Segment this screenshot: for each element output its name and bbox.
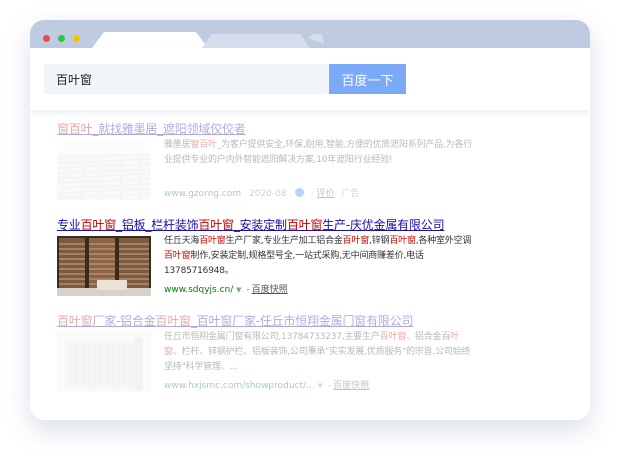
result-title-link[interactable]: 窗百叶_就找雅墨居_遮阳领域佼佼者 [57, 120, 246, 137]
chevron-down-icon[interactable]: ▼ [318, 382, 323, 390]
browser-window: 百度一下 窗百叶_就找雅墨居_遮阳领域佼佼者 [30, 20, 590, 420]
search-button[interactable]: 百度一下 [329, 64, 406, 94]
result-thumbnail[interactable] [57, 236, 151, 296]
result-title-link[interactable]: 百叶窗厂家-铝合金百叶窗_百叶窗厂家-任丘市恒翔金属门窗有限公司 [57, 312, 413, 329]
new-tab-shape [308, 34, 324, 44]
snapshot-link[interactable]: 百度快照 [252, 285, 288, 295]
result-date: 2020-08 [248, 189, 287, 199]
result-url[interactable]: www.sdqyjs.cn/ [164, 285, 233, 295]
active-tab [92, 32, 208, 48]
search-result-2: 专业百叶窗_铝板_栏杆装饰百叶窗_安装定制百叶窗生产-庆优金属有限公司 任丘天海… [57, 216, 487, 300]
browser-tabs [92, 32, 324, 48]
title-text: _就找雅墨居_遮阳领域佼佼者 [92, 122, 246, 136]
search-result-1: 窗百叶_就找雅墨居_遮阳领域佼佼者 雅墨居窗百叶_为客户提供安全,环保,耐用,智… [57, 120, 487, 202]
search-input[interactable] [44, 64, 329, 94]
result-thumbnail[interactable] [57, 140, 151, 200]
dash: - [246, 285, 250, 295]
result-meta: www.hxjsmc.com/showproduct/... ▼ - 百度快照 [164, 378, 369, 391]
result-title-link[interactable]: 专业百叶窗_铝板_栏杆装饰百叶窗_安装定制百叶窗生产-庆优金属有限公司 [57, 216, 445, 233]
search-result-3: 百叶窗厂家-铝合金百叶窗_百叶窗厂家-任丘市恒翔金属门窗有限公司 任丘市恒翔金属… [57, 312, 487, 396]
dash: - [327, 381, 332, 391]
title-bar [30, 20, 590, 48]
ad-label: 广告 [341, 189, 360, 199]
result-meta: www.gzorng.com 2020-08 - 评价 广告 [164, 186, 359, 199]
rating-link[interactable]: 评价 [316, 189, 334, 199]
result-meta: www.sdqyjs.cn/ ▼ - 百度快照 [164, 282, 288, 295]
snapshot-link[interactable]: 百度快照 [333, 381, 369, 391]
result-description: 雅墨居窗百叶_为客户提供安全,环保,耐用,智能,方便的优质遮阳系列产品,为各行业… [164, 140, 473, 165]
result-description: 任丘天海百叶窗生产厂家,专业生产加工铝合金百叶窗,锌钢百叶窗,各种室外空调百叶窗… [164, 236, 472, 276]
result-url[interactable]: www.gzorng.com [164, 189, 241, 199]
chevron-down-icon[interactable]: ▼ [236, 286, 241, 294]
search-bar: 百度一下 [30, 48, 590, 110]
result-description: 任丘市恒翔金属门窗有限公司,13784733237,主要生产百叶窗、铝合金百叶窗… [164, 332, 471, 372]
result-url[interactable]: www.hxjsmc.com/showproduct/... [164, 381, 315, 391]
verified-badge-icon [295, 188, 305, 197]
result-thumbnail[interactable] [57, 332, 151, 392]
title-keyword: 窗百叶 [57, 122, 93, 136]
inactive-tab [202, 34, 310, 48]
